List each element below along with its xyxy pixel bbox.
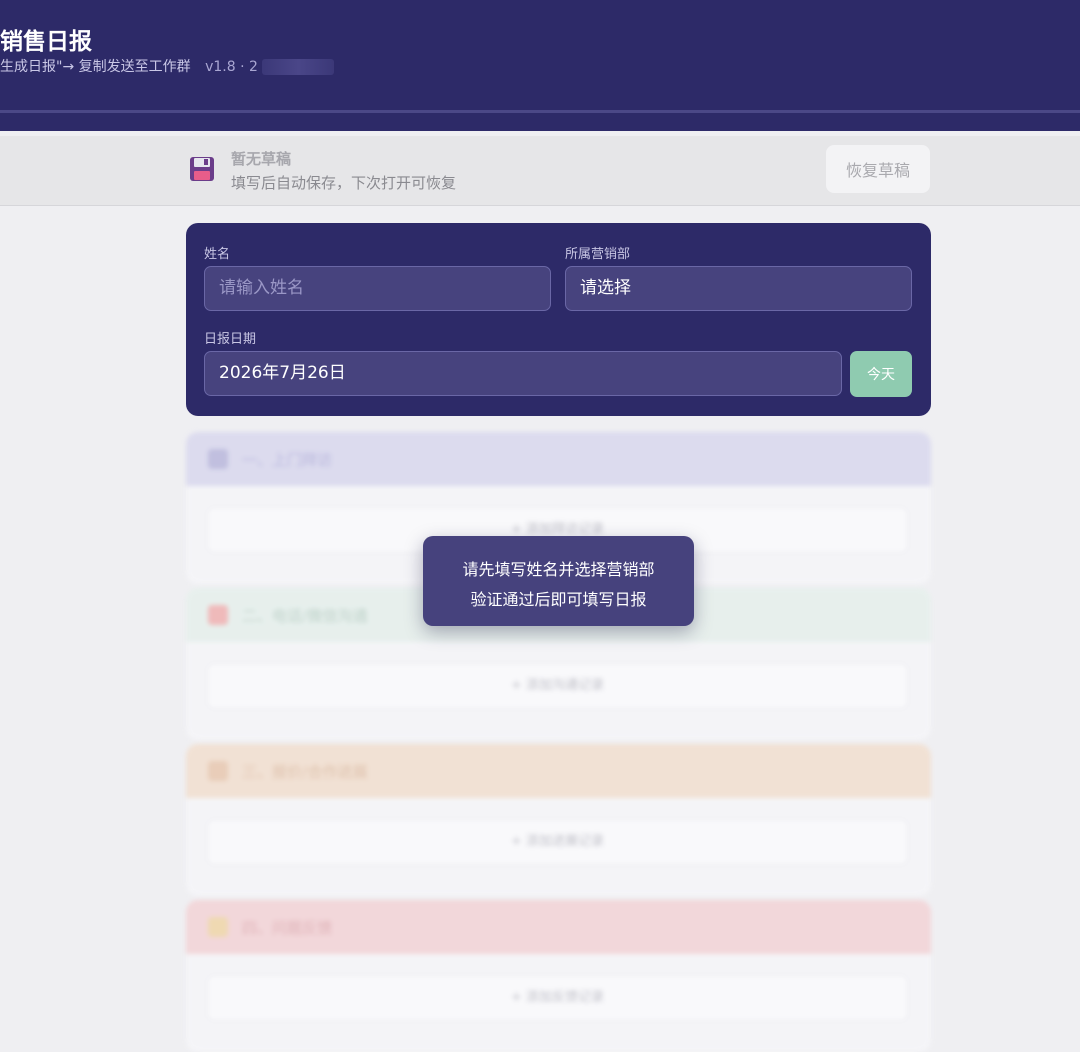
document-icon — [208, 761, 228, 781]
name-label: 姓名 — [204, 247, 231, 262]
add-record-button[interactable]: + 添加进展记录 — [206, 818, 909, 866]
basic-info-card: 姓名 请输入姓名 所属营销部 请选择 日报日期 2026年7月26日 今天 — [186, 223, 931, 416]
draft-title: 暂无草稿 — [231, 150, 292, 168]
warning-icon — [208, 917, 228, 937]
section-title: 三、报价/合作进展 — [242, 763, 368, 781]
dept-select[interactable]: 请选择 — [565, 266, 912, 311]
section-title: 四、问题反馈 — [242, 919, 333, 937]
today-button[interactable]: 今天 — [850, 351, 912, 397]
app-subtitle: 生成日报"→ 复制发送至工作群 v1.8 · 2 — [0, 56, 334, 76]
header-divider — [0, 110, 1080, 113]
section-header: 一、上门拜访 — [186, 432, 931, 486]
app-title: 销售日报 — [0, 29, 92, 55]
draft-bar: 暂无草稿 填写后自动保存，下次打开可恢复 恢复草稿 — [0, 136, 1080, 206]
floppy-disk-icon — [190, 157, 214, 181]
draft-description: 填写后自动保存，下次打开可恢复 — [231, 174, 457, 192]
section-header: 三、报价/合作进展 — [186, 744, 931, 798]
restore-draft-button[interactable]: 恢复草稿 — [826, 145, 930, 193]
section-title: 一、上门拜访 — [242, 451, 333, 469]
section-title: 二、电话/微信沟通 — [242, 607, 368, 625]
lock-message-line1: 请先填写姓名并选择营销部 — [462, 560, 655, 579]
date-input[interactable]: 2026年7月26日 — [204, 351, 842, 396]
add-record-button[interactable]: + 添加沟通记录 — [206, 662, 909, 710]
dept-label: 所属营销部 — [565, 247, 631, 262]
phone-icon — [208, 605, 228, 625]
name-input[interactable]: 请输入姓名 — [204, 266, 551, 311]
version-text: v1.8 · 2 — [205, 59, 258, 75]
section-issues: 四、问题反馈 + 添加反馈记录 — [186, 900, 931, 1052]
visit-icon — [208, 449, 228, 469]
app-header: 销售日报 生成日报"→ 复制发送至工作群 v1.8 · 2 — [0, 0, 1080, 131]
section-header: 四、问题反馈 — [186, 900, 931, 954]
add-record-button[interactable]: + 添加反馈记录 — [206, 974, 909, 1022]
date-label: 日报日期 — [204, 332, 257, 347]
redacted-date — [261, 59, 334, 75]
subtitle-text: 生成日报"→ 复制发送至工作群 — [0, 59, 191, 75]
validation-lock-message: 请先填写姓名并选择营销部 验证通过后即可填写日报 — [423, 536, 694, 626]
section-progress: 三、报价/合作进展 + 添加进展记录 — [186, 744, 931, 896]
lock-message-line2: 验证通过后即可填写日报 — [470, 590, 647, 609]
